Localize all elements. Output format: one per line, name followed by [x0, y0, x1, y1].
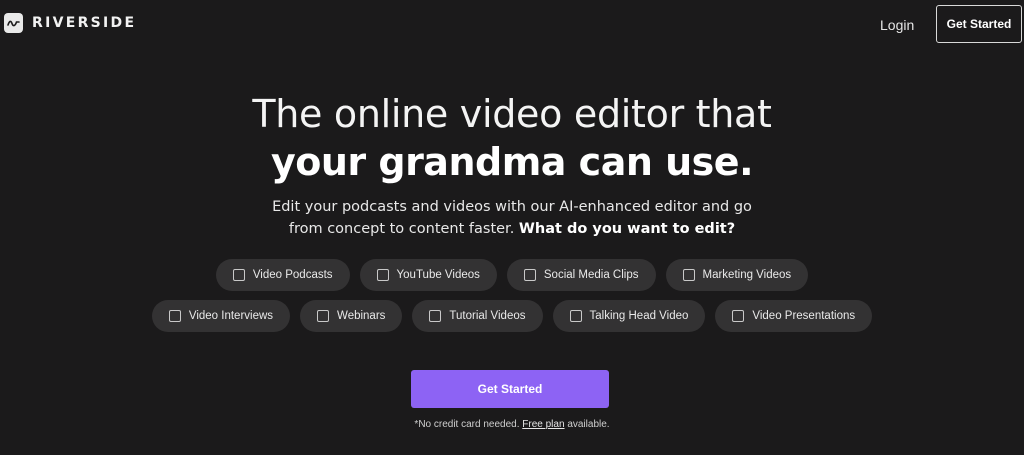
checkbox-icon[interactable] — [732, 310, 745, 322]
option-label: Tutorial Videos — [449, 310, 526, 322]
option-label: Talking Head Video — [589, 310, 689, 322]
get-started-button[interactable]: Get Started — [411, 370, 609, 408]
subtext-line-2: from concept to content faster. What do … — [0, 218, 1024, 240]
note-prefix: *No credit card needed. — [414, 419, 520, 430]
waveform-logo-icon — [4, 13, 23, 33]
content-type-options-row-2: Video Interviews Webinars Tutorial Video… — [0, 300, 1024, 332]
subtext-line-2-text: from concept to content faster. — [288, 221, 515, 237]
option-label: Video Podcasts — [252, 269, 333, 281]
option-video-podcasts[interactable]: Video Podcasts — [215, 259, 350, 291]
option-label: Marketing Videos — [702, 269, 792, 281]
checkbox-icon[interactable] — [569, 310, 582, 322]
login-link[interactable]: Login — [880, 17, 914, 33]
option-social-media-clips[interactable]: Social Media Clips — [506, 259, 656, 291]
option-label: Video Presentations — [752, 310, 856, 322]
checkbox-icon[interactable] — [317, 310, 330, 322]
option-label: Social Media Clips — [543, 269, 639, 281]
checkbox-icon[interactable] — [168, 310, 181, 322]
headline-line-2: your grandma can use. — [270, 140, 754, 184]
option-youtube-videos[interactable]: YouTube Videos — [359, 259, 497, 291]
brand-name: RIVERSIDE — [32, 15, 137, 31]
checkbox-icon[interactable] — [523, 269, 536, 281]
checkbox-icon[interactable] — [429, 310, 442, 322]
no-credit-card-note: *No credit card needed. Free plan availa… — [0, 419, 1024, 430]
free-plan-link[interactable]: Free plan — [522, 419, 564, 430]
subtext-question: What do you want to edit? — [518, 221, 736, 237]
subtext-line-1: Edit your podcasts and videos with our A… — [272, 199, 752, 215]
option-talking-head-video[interactable]: Talking Head Video — [552, 300, 706, 332]
option-webinars[interactable]: Webinars — [300, 300, 403, 332]
checkbox-icon[interactable] — [232, 269, 245, 281]
option-label: Video Interviews — [188, 310, 274, 322]
option-label: Webinars — [337, 310, 386, 322]
checkbox-icon[interactable] — [376, 269, 389, 281]
note-suffix: available. — [567, 419, 610, 430]
option-marketing-videos[interactable]: Marketing Videos — [665, 259, 809, 291]
riverside-logo[interactable]: RIVERSIDE — [4, 13, 136, 33]
headline-line-1: The online video editor that — [252, 92, 772, 136]
hero-subtext: Edit your podcasts and videos with our A… — [0, 196, 1024, 240]
option-video-presentations[interactable]: Video Presentations — [715, 300, 873, 332]
option-tutorial-videos[interactable]: Tutorial Videos — [412, 300, 543, 332]
checkbox-icon[interactable] — [682, 269, 695, 281]
header-get-started-button[interactable]: Get Started — [936, 5, 1022, 43]
content-type-options-row-1: Video Podcasts YouTube Videos Social Med… — [0, 259, 1024, 291]
option-video-interviews[interactable]: Video Interviews — [151, 300, 291, 332]
option-label: YouTube Videos — [396, 269, 480, 281]
